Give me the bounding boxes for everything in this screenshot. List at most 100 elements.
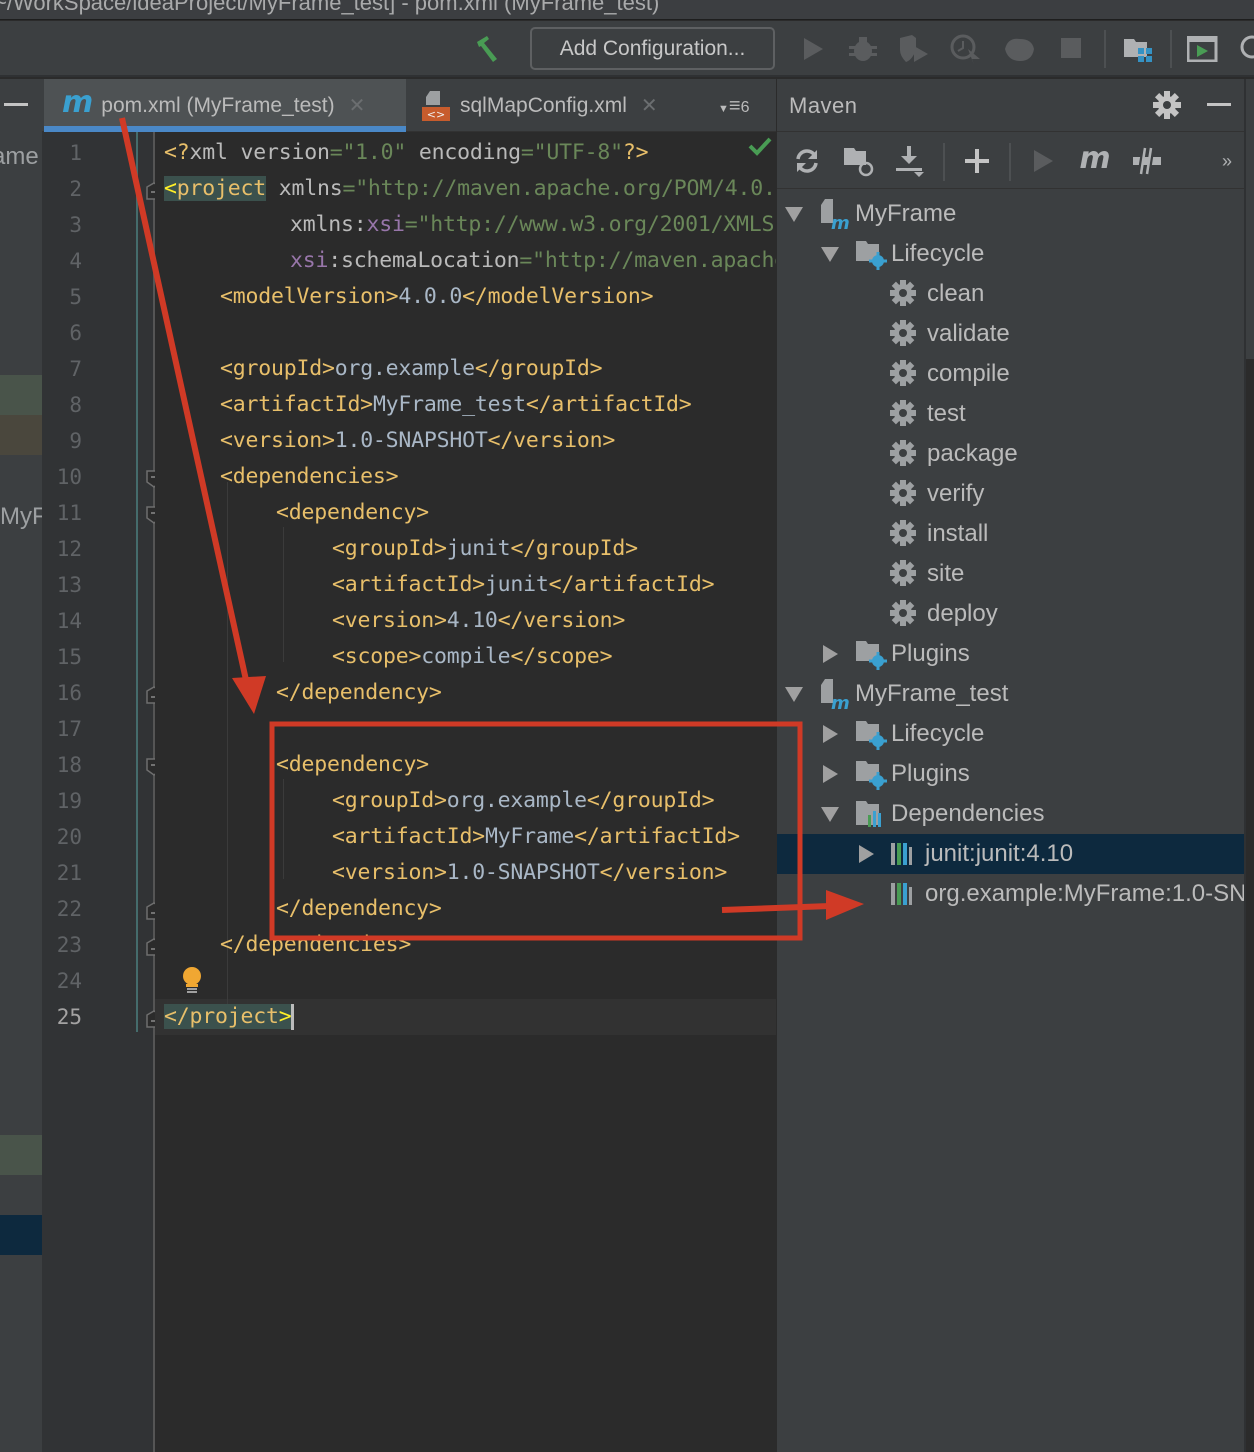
close-icon[interactable]: ✕ bbox=[641, 93, 658, 118]
library-icon bbox=[889, 837, 923, 871]
maven-m-icon: m bbox=[62, 85, 94, 120]
run-anything-icon[interactable] bbox=[1186, 33, 1220, 65]
maven-tree-item[interactable]: Dependencies bbox=[777, 794, 1245, 834]
tab-pom-xml[interactable]: m pom.xml (MyFrame_test) ✕ bbox=[44, 79, 406, 132]
coverage-icon[interactable] bbox=[898, 33, 932, 65]
line-number: 8 bbox=[69, 393, 82, 417]
line-number: 24 bbox=[56, 969, 82, 993]
line-number: 16 bbox=[56, 681, 82, 705]
stop-icon[interactable] bbox=[1055, 33, 1089, 65]
maven-tree-item[interactable]: Plugins bbox=[777, 754, 1245, 794]
maven-goal-icon[interactable]: m bbox=[1077, 141, 1113, 179]
editor-tabs: m pom.xml (MyFrame_test) ✕ <> sqlMapConf… bbox=[42, 79, 776, 132]
line-number: 19 bbox=[56, 789, 82, 813]
chevron-down-icon[interactable] bbox=[785, 687, 803, 702]
more-icon[interactable]: » bbox=[1209, 143, 1245, 179]
chevron-right-icon[interactable] bbox=[823, 765, 838, 783]
svg-text:m: m bbox=[831, 213, 850, 231]
maven-tree-label: site bbox=[927, 560, 965, 587]
code-line-5: <modelVersion>4.0.0</modelVersion> bbox=[220, 284, 654, 309]
maven-tree-label: junit:junit:4.10 bbox=[925, 840, 1074, 867]
maven-tree-label: Plugins bbox=[891, 640, 970, 667]
maven-tree-item[interactable]: validate bbox=[777, 314, 1245, 354]
maven-tree-item[interactable]: compile bbox=[777, 354, 1245, 394]
line-number: 3 bbox=[69, 213, 82, 237]
maven-tree-item[interactable]: Plugins bbox=[777, 634, 1245, 674]
code-line-23: </dependencies> bbox=[220, 932, 412, 957]
maven-tree-item[interactable]: junit:junit:4.10 bbox=[777, 834, 1245, 874]
chevron-right-icon[interactable] bbox=[823, 725, 838, 743]
reload-icon[interactable] bbox=[789, 143, 825, 179]
profile-icon[interactable] bbox=[950, 33, 984, 65]
gear-icon bbox=[889, 357, 923, 391]
add-icon[interactable] bbox=[959, 143, 995, 179]
vcs-change-marker bbox=[136, 132, 138, 1032]
intention-bulb-icon[interactable] bbox=[180, 966, 204, 1001]
code-line-2: <project xmlns="http://maven.apache.org/… bbox=[164, 176, 776, 201]
maven-tree-label: validate bbox=[927, 320, 1010, 347]
maven-tree-item[interactable]: m MyFrame bbox=[777, 194, 1245, 234]
add-configuration-button[interactable]: Add Configuration... bbox=[530, 27, 775, 70]
attach-icon[interactable] bbox=[1002, 33, 1036, 65]
maven-title: Maven bbox=[789, 93, 858, 118]
maven-tree-item[interactable]: clean bbox=[777, 274, 1245, 314]
maven-tree-label: clean bbox=[927, 280, 985, 307]
project-tree-fragment: ame bbox=[0, 143, 39, 170]
maven-tree-item[interactable]: deploy bbox=[777, 594, 1245, 634]
maven-tree-item[interactable]: Lifecycle bbox=[777, 234, 1245, 274]
code-editor[interactable]: <?xml version="1.0" encoding="UTF-8"?> <… bbox=[155, 132, 776, 1452]
tab-label: pom.xml (MyFrame_test) bbox=[101, 93, 335, 117]
maven-tree-item[interactable]: verify bbox=[777, 474, 1245, 514]
chevron-down-icon[interactable] bbox=[821, 247, 839, 262]
run-icon[interactable] bbox=[796, 33, 830, 65]
line-number: 14 bbox=[56, 609, 82, 633]
xml-file-icon: <> bbox=[422, 89, 450, 123]
chevron-down-icon[interactable] bbox=[821, 807, 839, 822]
skip-tests-icon[interactable] bbox=[1129, 143, 1165, 179]
maven-tree-label: Lifecycle bbox=[891, 720, 985, 747]
build-hammer-icon[interactable] bbox=[472, 33, 506, 65]
code-line-13: <artifactId>junit</artifactId> bbox=[332, 572, 715, 597]
line-number: 9 bbox=[69, 429, 82, 453]
code-line-1: <?xml version="1.0" encoding="UTF-8"?> bbox=[164, 140, 649, 165]
hide-panel-icon[interactable] bbox=[1207, 103, 1231, 106]
inspection-ok-icon[interactable] bbox=[748, 136, 772, 161]
add-configuration-label: Add Configuration... bbox=[559, 36, 746, 60]
tab-overflow-button[interactable]: ▼≡6 bbox=[718, 95, 749, 118]
gear-icon[interactable] bbox=[1153, 91, 1181, 124]
maven-tree-item[interactable]: install bbox=[777, 514, 1245, 554]
gear-icon bbox=[889, 517, 923, 551]
code-line-14: <version>4.10</version> bbox=[332, 608, 626, 633]
maven-tree-item[interactable]: org.example:MyFrame:1.0-SNAPSHOT bbox=[777, 874, 1254, 914]
close-icon[interactable]: ✕ bbox=[349, 93, 366, 118]
line-number: 17 bbox=[56, 717, 82, 741]
search-icon[interactable] bbox=[1234, 33, 1254, 65]
maven-toolbar: m » bbox=[777, 133, 1245, 189]
gear-icon bbox=[889, 557, 923, 591]
maven-tree-item[interactable]: package bbox=[777, 434, 1245, 474]
line-number: 15 bbox=[56, 645, 82, 669]
maven-tree-item[interactable]: test bbox=[777, 394, 1245, 434]
line-number: 11 bbox=[56, 501, 82, 525]
list-icon: ≡ bbox=[728, 95, 741, 117]
gear-icon bbox=[889, 597, 923, 631]
code-line-8: <artifactId>MyFrame_test</artifactId> bbox=[220, 392, 692, 417]
reimport-folder-icon[interactable] bbox=[841, 143, 877, 179]
gear-icon bbox=[889, 397, 923, 431]
download-icon[interactable] bbox=[893, 143, 929, 179]
run-icon[interactable] bbox=[1025, 143, 1061, 179]
maven-tree-item[interactable]: m MyFrame_test bbox=[777, 674, 1245, 714]
maven-project-icon: m bbox=[819, 677, 853, 714]
maven-tree-label: verify bbox=[927, 480, 985, 507]
line-number: 7 bbox=[69, 357, 82, 381]
tab-sqlmapconfig-xml[interactable]: <> sqlMapConfig.xml ✕ bbox=[422, 79, 702, 132]
chevron-down-icon[interactable] bbox=[785, 207, 803, 222]
maven-tree-item[interactable]: Lifecycle bbox=[777, 714, 1245, 754]
debug-icon[interactable] bbox=[846, 33, 880, 65]
maven-tree-item[interactable]: site bbox=[777, 554, 1245, 594]
chevron-right-icon[interactable] bbox=[859, 845, 874, 863]
hide-panel-icon[interactable] bbox=[4, 103, 28, 106]
project-structure-icon[interactable] bbox=[1122, 33, 1156, 65]
code-line-7: <groupId>org.example</groupId> bbox=[220, 356, 603, 381]
chevron-right-icon[interactable] bbox=[823, 645, 838, 663]
